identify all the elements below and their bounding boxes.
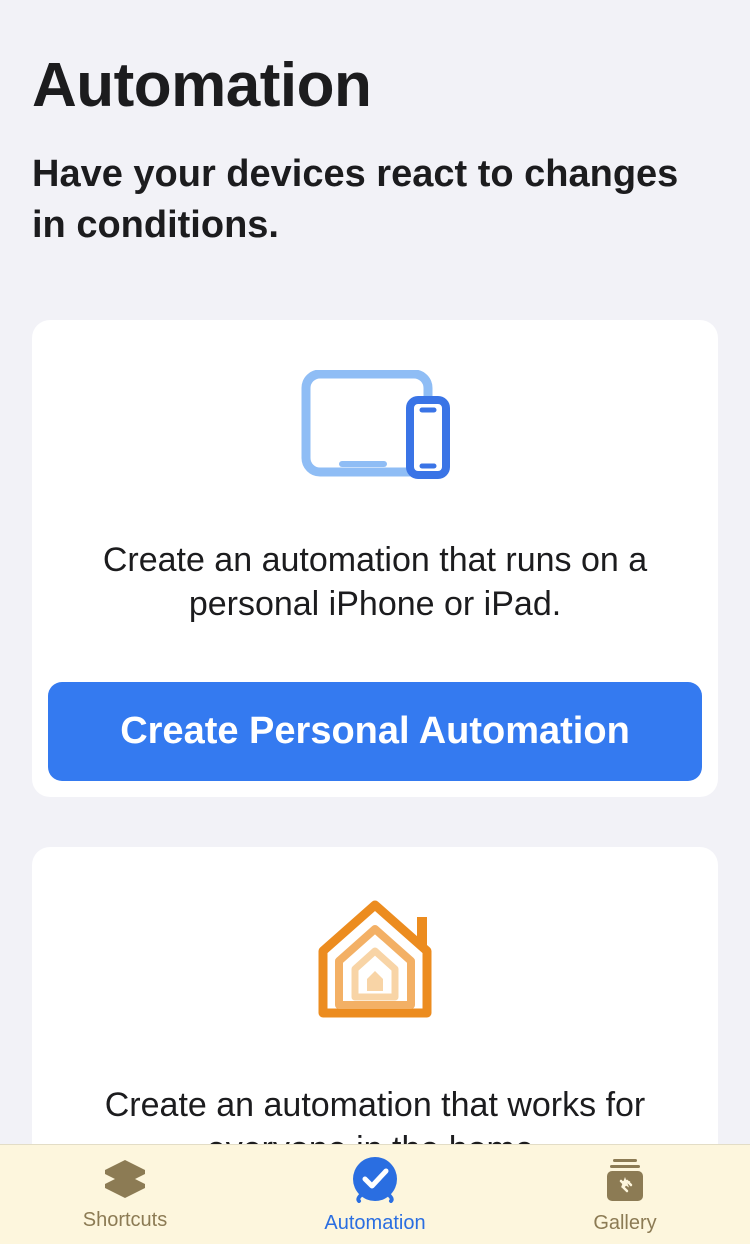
tab-gallery-label: Gallery (593, 1212, 656, 1235)
personal-card-description: Create an automation that runs on a pers… (48, 538, 702, 626)
tab-shortcuts-label: Shortcuts (83, 1209, 167, 1232)
home-icon (48, 897, 702, 1025)
page-title: Automation (32, 50, 718, 121)
automation-icon (351, 1155, 399, 1208)
tab-bar: Shortcuts Automation Gallery (0, 1144, 750, 1244)
home-card-description: Create an automation that works for ever… (48, 1083, 702, 1144)
home-automation-card: Create an automation that works for ever… (32, 847, 718, 1144)
page-subtitle: Have your devices react to changes in co… (32, 149, 718, 252)
tab-automation-label: Automation (324, 1212, 425, 1235)
personal-automation-card: Create an automation that runs on a pers… (32, 320, 718, 797)
shortcuts-icon (101, 1158, 149, 1205)
devices-icon (48, 370, 702, 480)
gallery-icon (601, 1155, 649, 1208)
tab-gallery[interactable]: Gallery (500, 1155, 750, 1235)
tab-automation[interactable]: Automation (250, 1155, 500, 1235)
create-personal-automation-button[interactable]: Create Personal Automation (48, 682, 702, 781)
tab-shortcuts[interactable]: Shortcuts (0, 1158, 250, 1232)
